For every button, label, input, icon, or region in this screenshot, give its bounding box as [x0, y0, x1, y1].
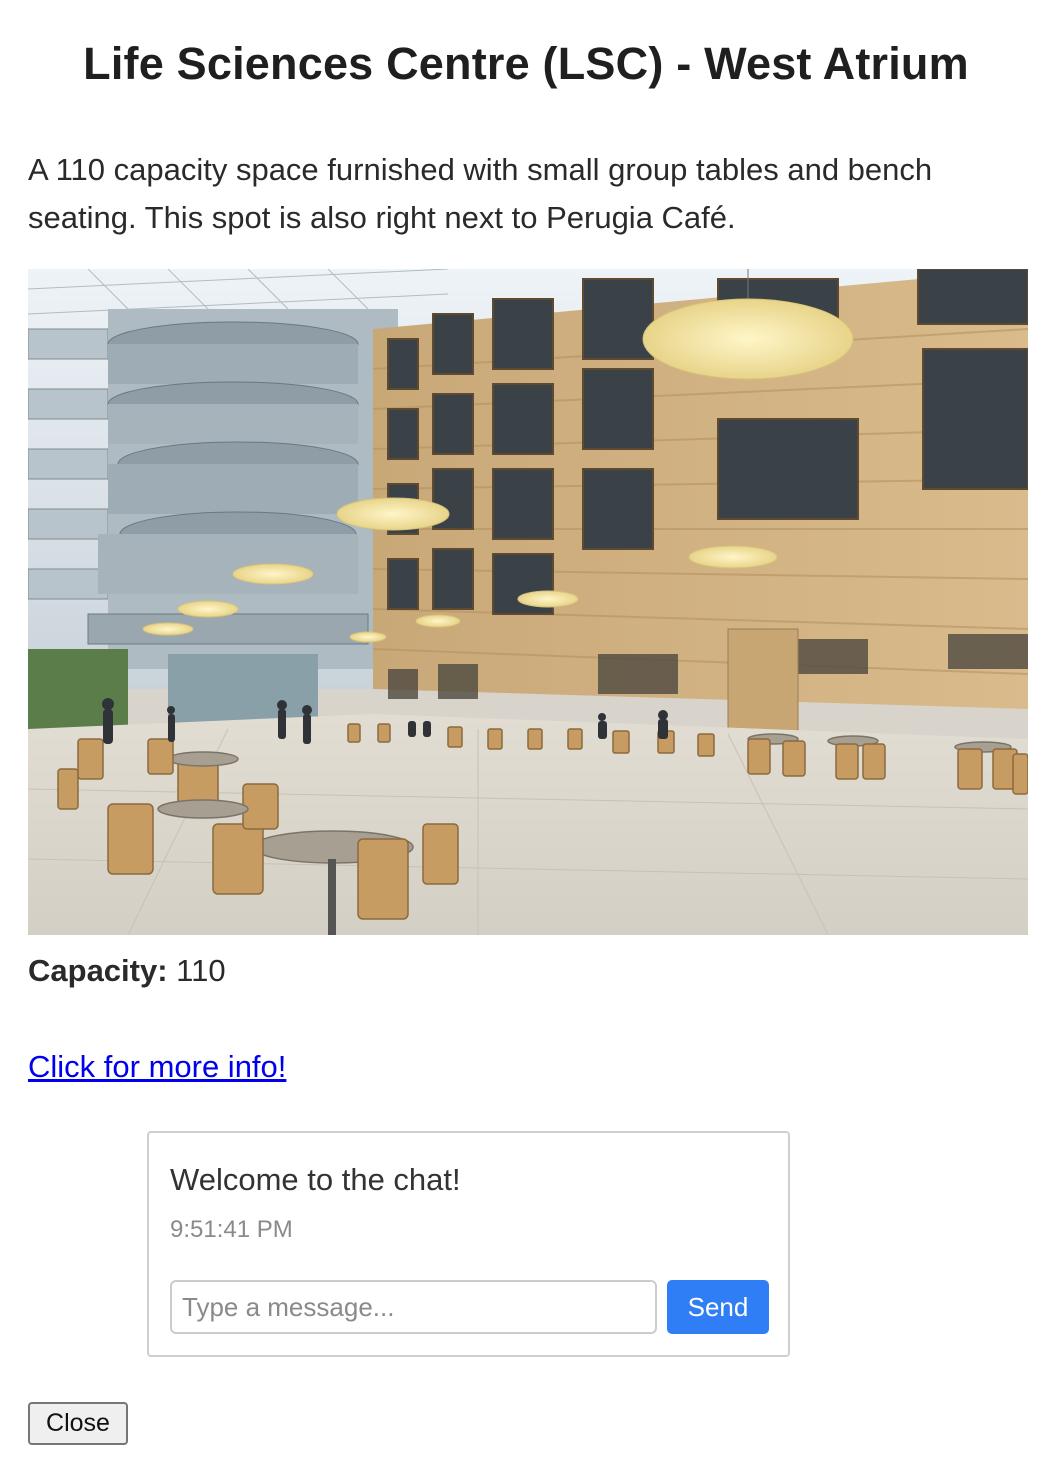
close-button[interactable]: Close: [28, 1402, 128, 1445]
space-description: A 110 capacity space furnished with smal…: [28, 152, 933, 235]
more-info-link[interactable]: Click for more info!: [28, 1049, 286, 1085]
chat-message-text: Welcome to the chat!: [170, 1162, 461, 1197]
chat-message-timestamp: 9:51:41 PM: [170, 1216, 293, 1243]
capacity-label: Capacity:: [28, 953, 168, 988]
space-detail-page: Life Sciences Centre (LSC) - West Atrium…: [0, 0, 1052, 1458]
capacity-value: 110: [176, 953, 226, 988]
page-title: Life Sciences Centre (LSC) - West Atrium: [83, 38, 969, 89]
chat-box: Welcome to the chat! 9:51:41 PM Send: [147, 1131, 790, 1357]
chat-message-input[interactable]: [170, 1280, 657, 1334]
atrium-photo: [28, 269, 1028, 935]
capacity-info: Capacity: 110: [28, 953, 226, 989]
send-button[interactable]: Send: [667, 1280, 769, 1334]
